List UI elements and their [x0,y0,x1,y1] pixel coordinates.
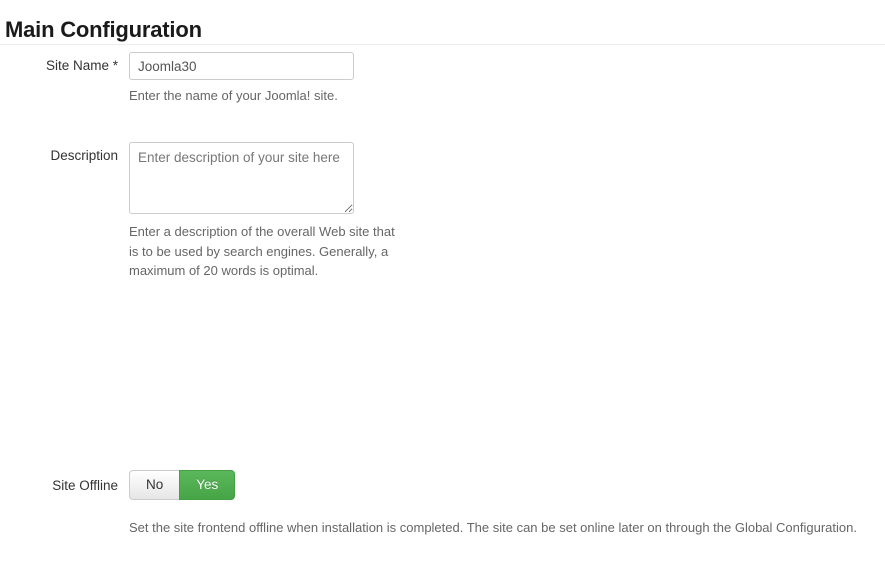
site-name-label: Site Name * [0,56,118,76]
confirm-admin-password-label: Confirm Admin Password * [870,396,885,436]
description-textarea[interactable] [129,142,354,214]
description-help: Enter a description of the overall Web s… [129,222,401,281]
site-name-input[interactable] [129,52,354,80]
site-offline-label: Site Offline [0,478,118,493]
left-column: Site Name * Enter the name of your Jooml… [0,52,440,312]
site-offline-button-group[interactable]: No Yes [129,470,235,500]
admin-email-label: Admin Email * [870,56,885,76]
site-name-field-wrap [129,52,354,80]
site-offline-option-no[interactable]: No [129,470,179,500]
page-title: Main Configuration [5,17,202,43]
description-field-wrap [129,142,354,214]
main-configuration-page: Main Configuration Site Name * Enter the… [0,0,885,566]
admin-password-label: Admin Password * [870,276,885,296]
description-label: Description [0,146,118,166]
site-name-row: Site Name * Enter the name of your Jooml… [0,52,440,102]
admin-username-label: Admin Username * [870,176,885,196]
site-offline-toggle[interactable]: No Yes [129,470,235,500]
site-offline-help: Set the site frontend offline when insta… [129,515,885,541]
description-row: Description Enter a description of the o… [0,102,440,312]
site-offline-option-yes[interactable]: Yes [179,470,235,500]
header-divider [0,44,885,45]
